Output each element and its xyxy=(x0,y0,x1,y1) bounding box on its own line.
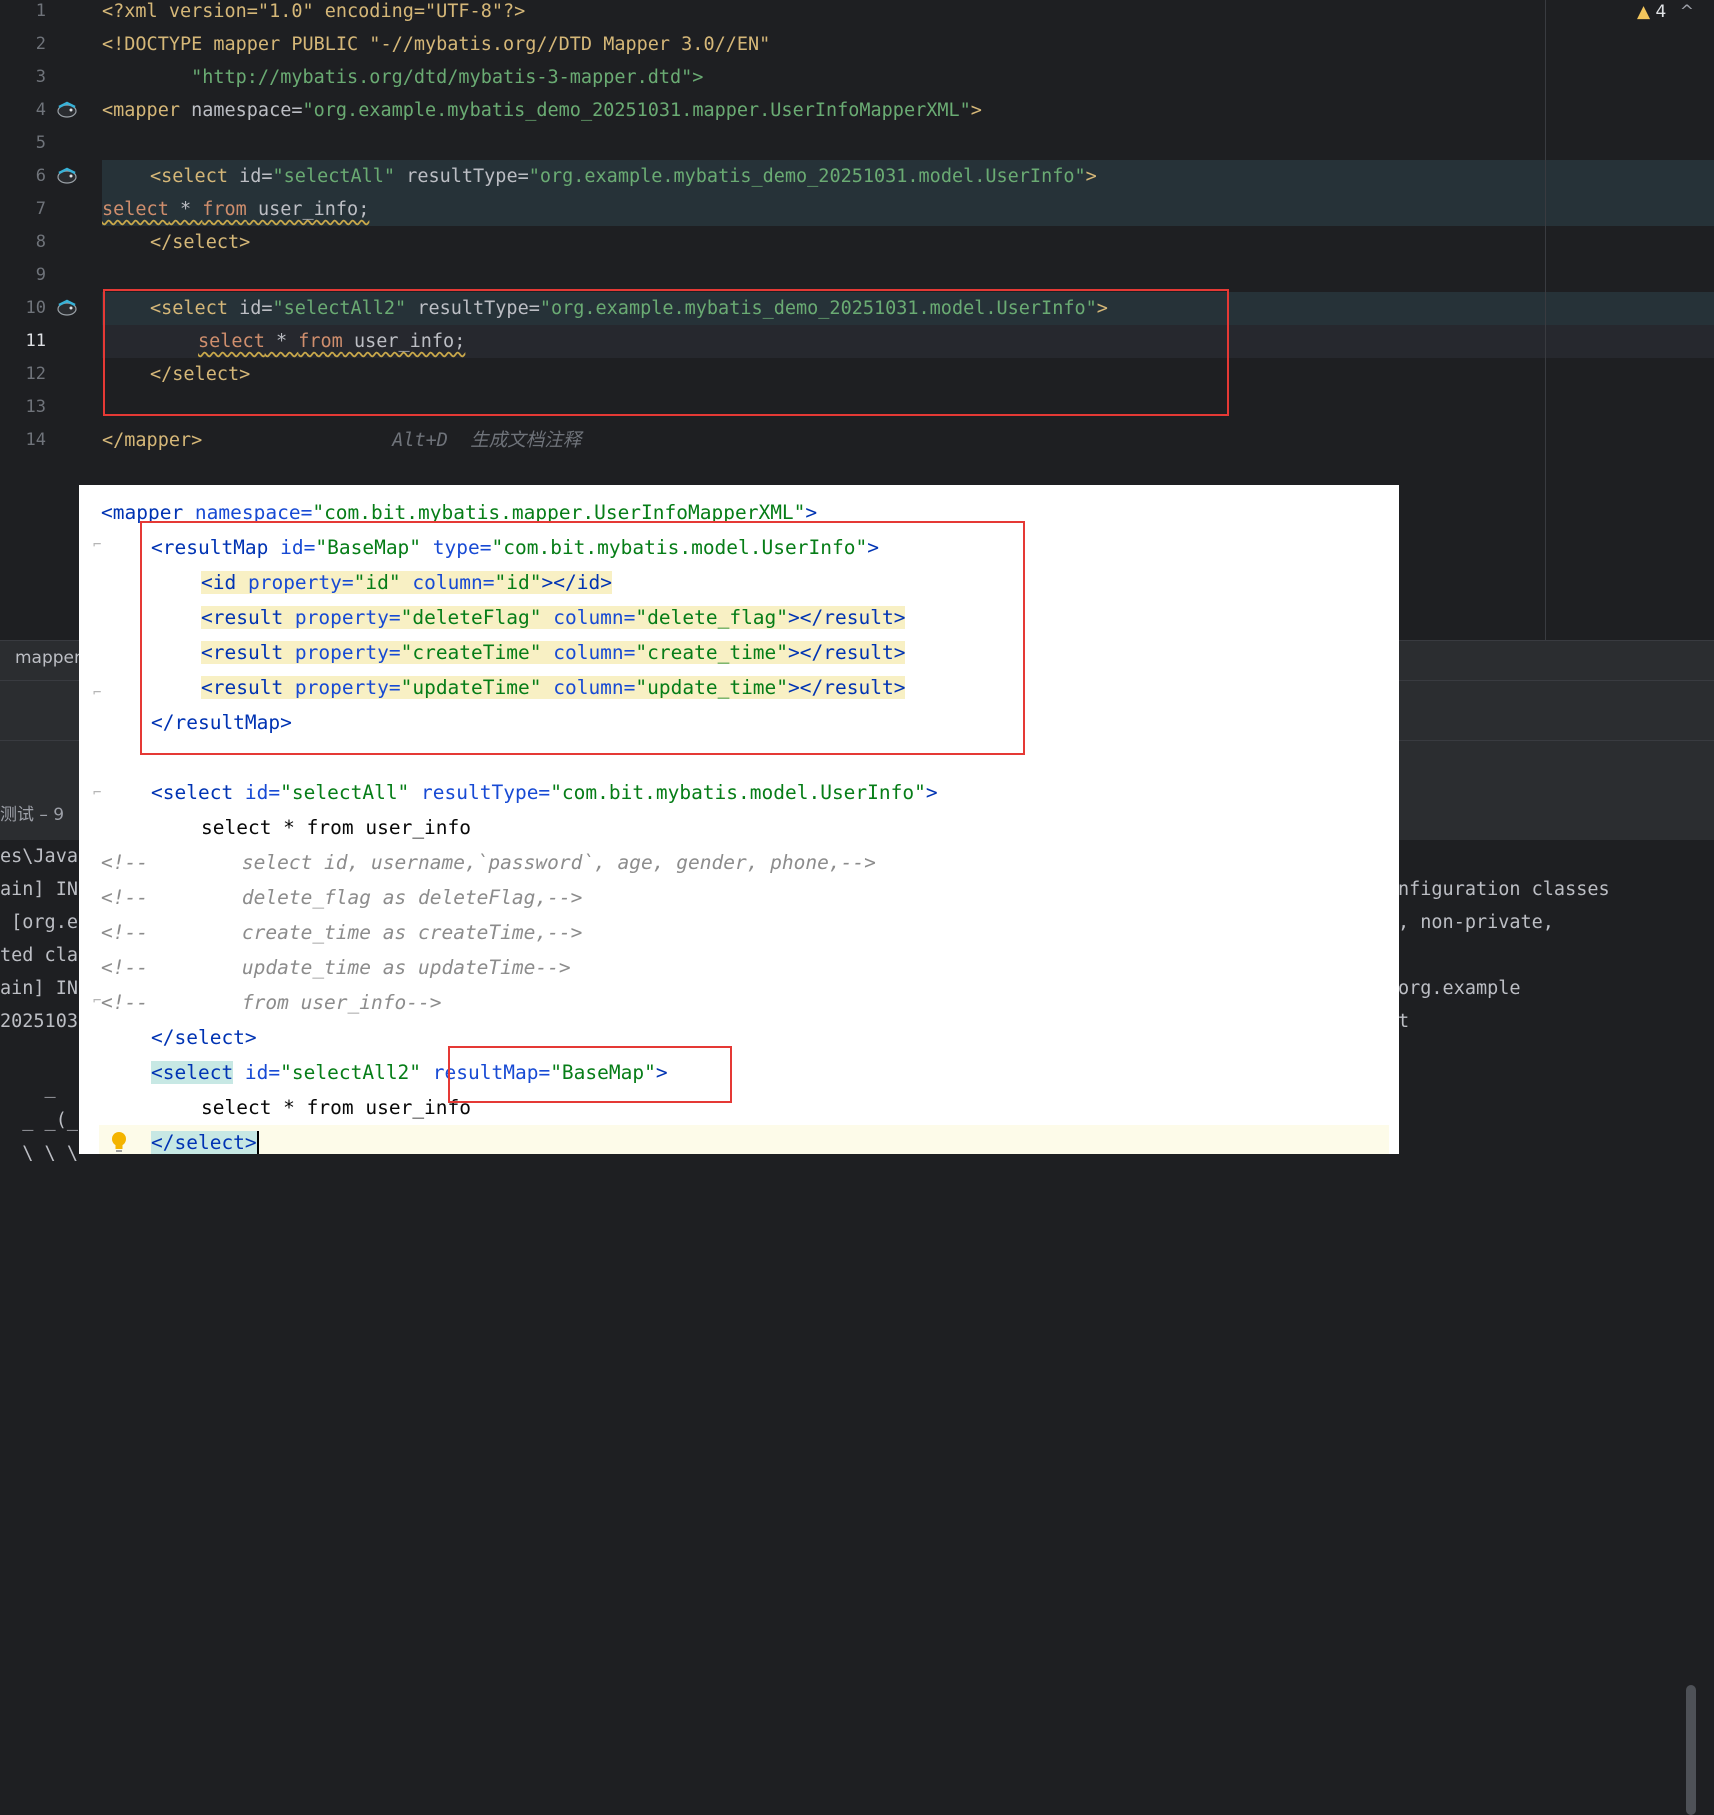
console-line: org.example xyxy=(1398,978,1521,999)
console-scrollbar[interactable] xyxy=(1686,1685,1696,1815)
console-line: ain] IN xyxy=(0,879,78,900)
overlay-comment-line: <!-- select id, username,`password`, age… xyxy=(101,851,876,874)
line-number: 3 xyxy=(35,67,46,87)
overlay-code-line: </select> xyxy=(151,1026,257,1049)
code-line: <mapper namespace="org.example.mybatis_d… xyxy=(102,100,982,121)
line-number: 13 xyxy=(25,397,46,417)
breadcrumb-item[interactable]: mapper xyxy=(15,648,81,668)
console-line: , non-private, xyxy=(1398,912,1554,933)
resultmap-attr-highlight-box xyxy=(448,1046,732,1103)
line-number: 8 xyxy=(35,232,46,252)
code-line: <select id="selectAll" resultType="org.e… xyxy=(150,166,1097,187)
code-line: </select> xyxy=(150,232,251,253)
fold-marker[interactable]: ⌐ xyxy=(93,537,101,553)
code-line: <?xml version="1.0" encoding="UTF-8"?> xyxy=(102,1,526,22)
overlay-comment-line: <!-- update_time as updateTime--> xyxy=(101,956,571,979)
console-line: es\Java xyxy=(0,846,78,867)
code-line: "http://mybatis.org/dtd/mybatis-3-mapper… xyxy=(102,67,704,88)
overlay-comment-line: <!-- delete_flag as deleteFlag,--> xyxy=(101,886,583,909)
mybatis-bird-icon[interactable] xyxy=(56,100,78,118)
console-line: _ xyxy=(0,1077,56,1098)
line-number: 12 xyxy=(25,364,46,384)
warning-triangle-icon: ▲ xyxy=(1637,2,1651,22)
mybatis-bird-icon[interactable] xyxy=(56,298,78,316)
chevron-up-icon[interactable]: ^ xyxy=(1680,2,1694,22)
doc-comment-hint: Alt+D 生成文档注释 xyxy=(392,430,582,451)
lightbulb-icon[interactable] xyxy=(110,1130,128,1154)
console-line: _ _(_) xyxy=(0,1110,90,1131)
overlay-code-line: select * from user_info xyxy=(201,816,472,839)
warning-count: 4 xyxy=(1655,2,1667,22)
reference-code-screenshot: ⌐ ⌐ ⌐ ⌐ <mapper namespace="com.bit.mybat… xyxy=(79,485,1399,1154)
console-line: nfiguration classes xyxy=(1398,879,1610,900)
line-number: 1 xyxy=(35,1,46,21)
console-line: t xyxy=(1398,1011,1410,1032)
console-line: ted cla xyxy=(0,945,78,966)
console-line: [org.e xyxy=(0,912,78,933)
line-number-current: 11 xyxy=(25,331,46,351)
overlay-code-line: </select> xyxy=(151,1125,259,1154)
line-number: 5 xyxy=(35,133,46,153)
current-line-highlight xyxy=(99,1125,1389,1154)
overlay-comment-line: <!-- from user_info--> xyxy=(101,991,442,1014)
fold-marker[interactable]: ⌐ xyxy=(93,685,101,701)
line-number: 4 xyxy=(35,100,46,120)
console-line: 2025103 xyxy=(0,1011,78,1032)
overlay-code-line: select * from user_info xyxy=(201,1096,472,1119)
inspection-widget[interactable]: ▲ 4 ^ xyxy=(1637,2,1694,22)
run-tab-title[interactable]: 测试 – 9 xyxy=(0,800,64,825)
line-number: 10 xyxy=(25,298,46,318)
line-number: 7 xyxy=(35,199,46,219)
highlight-box xyxy=(103,289,1229,416)
code-line: </mapper> Alt+D 生成文档注释 xyxy=(102,430,582,451)
code-line: <!DOCTYPE mapper PUBLIC "-//mybatis.org/… xyxy=(102,34,771,55)
fold-marker[interactable]: ⌐ xyxy=(93,785,101,801)
text-caret xyxy=(256,1130,259,1154)
line-number: 9 xyxy=(35,265,46,285)
right-margin-guide xyxy=(1545,0,1546,640)
code-line: select * from user_info; xyxy=(102,199,370,220)
overlay-comment-line: <!-- create_time as createTime,--> xyxy=(101,921,583,944)
line-number: 2 xyxy=(35,34,46,54)
mybatis-bird-icon[interactable] xyxy=(56,166,78,184)
console-line: ain] IN xyxy=(0,978,78,999)
line-number: 14 xyxy=(25,430,46,450)
resultmap-highlight-box xyxy=(140,521,1025,755)
line-number: 6 xyxy=(35,166,46,186)
overlay-code-line: <select id="selectAll" resultType="com.b… xyxy=(151,781,938,804)
